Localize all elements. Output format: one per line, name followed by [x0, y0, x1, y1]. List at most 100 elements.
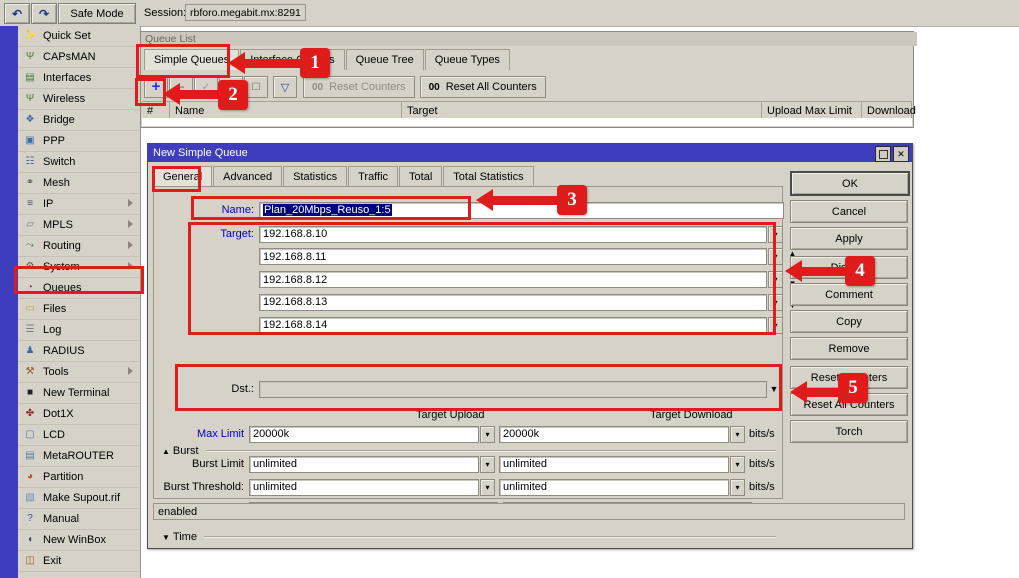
max-limit-download-dropdown-icon[interactable]: ▾ — [730, 426, 745, 443]
copy-button[interactable]: Copy — [790, 310, 908, 333]
dialog-tab-traffic[interactable]: Traffic — [348, 166, 398, 187]
sidebar-item-new-winbox[interactable]: ◖New WinBox — [18, 530, 139, 551]
target-dropdown-icon-2[interactable]: ▾ — [768, 248, 783, 265]
max-limit-upload-input[interactable]: 20000k — [249, 426, 479, 443]
burst-row-unit: bits/s — [749, 481, 775, 493]
comment-icon: ☐ — [252, 82, 261, 93]
tab-simple-queues[interactable]: Simple Queues — [144, 49, 239, 70]
sidebar-item-mesh[interactable]: ⚭Mesh — [18, 173, 139, 194]
target-input-4[interactable]: 192.168.8.13 — [259, 294, 767, 311]
sidebar-item-partition[interactable]: ◕Partition — [18, 467, 139, 488]
mpls-icon: ▱ — [22, 218, 38, 232]
dialog-tab-advanced[interactable]: Advanced — [213, 166, 282, 187]
sidebar-item-label: Dot1X — [43, 408, 74, 420]
sidebar-item-tools[interactable]: ⚒Tools — [18, 362, 139, 383]
column-header-target[interactable]: Target — [402, 102, 762, 119]
ok-button[interactable]: OK — [790, 171, 910, 196]
sidebar-item-interfaces[interactable]: ▤Interfaces — [18, 68, 139, 89]
name-input-value: Plan_20Mbps_Reuso_1:5 — [263, 204, 392, 216]
reset-counters-button[interactable]: 00 Reset Counters — [303, 76, 415, 98]
column-header-download[interactable]: Download — [862, 102, 912, 119]
dialog-tab-total[interactable]: Total — [399, 166, 442, 187]
target-input-3[interactable]: 192.168.8.12 — [259, 271, 767, 288]
session-value[interactable]: rbforo.megabit.mx:8291 — [185, 4, 306, 21]
target-dropdown-icon-4[interactable]: ▾ — [768, 294, 783, 311]
time-group-toggle[interactable]: ▼ Time — [162, 531, 197, 543]
sidebar-item-ppp[interactable]: ▣PPP — [18, 131, 139, 152]
burst-download-dropdown-icon-1[interactable]: ▾ — [730, 456, 745, 473]
dialog-title: New Simple Queue — [153, 147, 248, 159]
sidebar-item-lcd[interactable]: ▢LCD — [18, 425, 139, 446]
max-limit-label: Max Limit — [154, 428, 249, 440]
target-dropdown-icon-5[interactable]: ▾ — [768, 317, 783, 334]
burst-download-input-2[interactable]: unlimited — [499, 479, 729, 496]
filter-button[interactable]: ▽ — [273, 76, 297, 98]
top-toolbar: ↶ ↷ Safe Mode Session: rbforo.megabit.mx… — [0, 0, 1019, 27]
session-label: Session: — [144, 7, 186, 19]
close-icon[interactable]: ✕ — [893, 146, 909, 162]
monitor-icon: ▣ — [22, 134, 38, 148]
sidebar-item-files[interactable]: ▭Files — [18, 299, 139, 320]
sidebar-item-mpls[interactable]: ▱MPLS — [18, 215, 139, 236]
cancel-button[interactable]: Cancel — [790, 200, 908, 223]
sidebar-item-label: Switch — [43, 156, 75, 168]
dialog-general-panel: Name: Plan_20Mbps_Reuso_1:5 Target:192.1… — [153, 186, 783, 499]
target-dropdown-icon-3[interactable]: ▾ — [768, 271, 783, 288]
dialog-tab-label: Statistics — [293, 171, 337, 183]
max-limit-download-input[interactable]: 20000k — [499, 426, 729, 443]
dialog-tab-statistics[interactable]: Statistics — [283, 166, 347, 187]
reset-all-counters-button[interactable]: 00 Reset All Counters — [420, 76, 546, 98]
burst-download-input-1[interactable]: unlimited — [499, 456, 729, 473]
dialog-tabs: GeneralAdvanced Statistics TrafficTotalTot… — [153, 166, 535, 187]
column-header-upload-max-limit[interactable]: Upload Max Limit — [762, 102, 862, 119]
burst-upload-dropdown-icon-1[interactable]: ▾ — [480, 456, 495, 473]
queue-list-title: Queue List — [141, 32, 917, 46]
burst-download-dropdown-icon-2[interactable]: ▾ — [730, 479, 745, 496]
torch-button[interactable]: Torch — [790, 420, 908, 443]
sidebar-item-dot1x[interactable]: ✤Dot1X — [18, 404, 139, 425]
burst-upload-input-1[interactable]: unlimited — [249, 456, 479, 473]
submenu-chevron-right-icon — [128, 367, 133, 375]
sidebar-item-manual[interactable]: ?Manual — [18, 509, 139, 530]
redo-button[interactable]: ↷ — [31, 3, 57, 24]
target-row: 192.168.8.11▾▲▼ — [154, 248, 799, 266]
sidebar-item-routing[interactable]: ⤳Routing — [18, 236, 139, 257]
sidebar-item-metarouter[interactable]: ▤MetaROUTER — [18, 446, 139, 467]
tab-queue-types[interactable]: Queue Types — [425, 49, 510, 70]
safe-mode-button[interactable]: Safe Mode — [58, 3, 136, 24]
remove-button[interactable]: Remove — [790, 337, 908, 360]
comment-button[interactable]: Comment — [790, 283, 908, 306]
apply-button[interactable]: Apply — [790, 227, 908, 250]
undo-button[interactable]: ↶ — [4, 3, 30, 24]
sidebar-item-make-supout-rif[interactable]: ▧Make Supout.rif — [18, 488, 139, 509]
sidebar-item-log[interactable]: ☰Log — [18, 320, 139, 341]
sidebar-item-exit[interactable]: ◫Exit — [18, 551, 139, 572]
sidebar-item-radius[interactable]: ♟RADIUS — [18, 341, 139, 362]
sidebar-item-system[interactable]: ⚙System — [18, 257, 139, 278]
sidebar-item-capsman[interactable]: ΨCAPsMAN — [18, 47, 139, 68]
burst-upload-dropdown-icon-2[interactable]: ▾ — [480, 479, 495, 496]
sidebar-item-bridge[interactable]: ❖Bridge — [18, 110, 139, 131]
sidebar-item-label: Wireless — [43, 93, 85, 105]
sidebar-item-switch[interactable]: ☷Switch — [18, 152, 139, 173]
sidebar-item-new-terminal[interactable]: ■New Terminal — [18, 383, 139, 404]
sidebar-item-ip[interactable]: ≡IP — [18, 194, 139, 215]
sidebar-item-wireless[interactable]: ΨWireless — [18, 89, 139, 110]
sidebar-item-queues[interactable]: ◔Queues — [18, 278, 139, 299]
column-header-name[interactable]: Name — [170, 102, 402, 119]
maximize-icon[interactable] — [875, 146, 891, 162]
max-limit-upload-dropdown-icon[interactable]: ▾ — [480, 426, 495, 443]
dialog-tab-total-statistics[interactable]: Total Statistics — [443, 166, 533, 187]
target-dropdown-icon-1[interactable]: ▾ — [768, 226, 783, 243]
dst-dropdown-caret-icon[interactable]: ▼ — [767, 381, 781, 398]
target-input-5[interactable]: 192.168.8.14 — [259, 317, 767, 334]
dialog-tab-general[interactable]: General — [153, 166, 212, 187]
export-file-icon: ▧ — [22, 491, 38, 505]
tab-queue-tree[interactable]: Queue Tree — [346, 49, 424, 70]
target-input-2[interactable]: 192.168.8.11 — [259, 248, 767, 265]
target-input-1[interactable]: 192.168.8.10 — [259, 226, 767, 243]
dst-input[interactable] — [259, 381, 767, 398]
burst-upload-input-2[interactable]: unlimited — [249, 479, 479, 496]
sidebar-item-quick-set[interactable]: ✨Quick Set — [18, 26, 139, 47]
terminal-icon: ■ — [22, 386, 38, 400]
